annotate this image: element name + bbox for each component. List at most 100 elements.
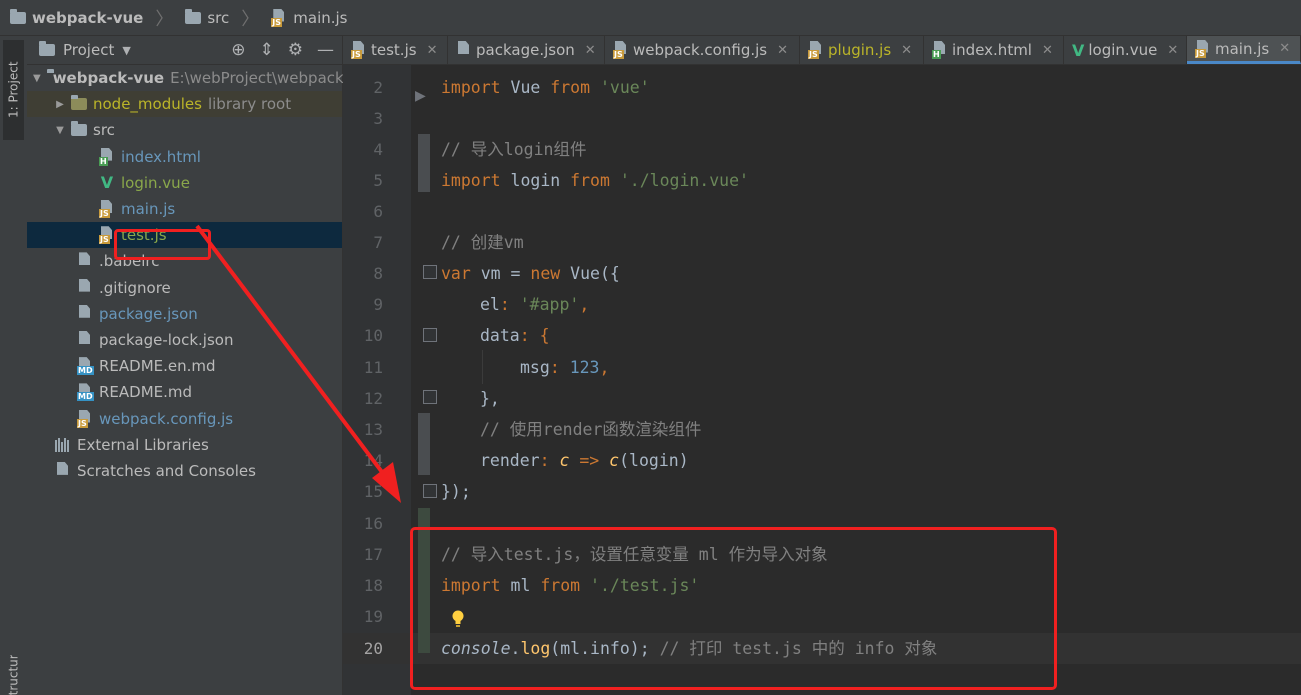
root-label: webpack-vue [52, 69, 165, 88]
fold-marker-icon[interactable] [423, 390, 437, 404]
webpack-config-label: webpack.config.js [99, 409, 234, 428]
collapse-all-icon[interactable]: ⇕ [260, 40, 274, 60]
close-icon[interactable]: ✕ [1279, 41, 1290, 56]
breadcrumb-project[interactable]: webpack-vue [32, 9, 143, 27]
tree-item-gitignore[interactable]: .gitignore [27, 275, 342, 301]
punctuation: : [539, 451, 560, 470]
project-tool-tab[interactable]: 1: Project [3, 40, 24, 140]
locate-icon[interactable]: ⊕ [231, 40, 245, 60]
js-file-icon: JS [1195, 39, 1211, 58]
html-file-icon: H [99, 147, 115, 166]
code-line: data: { [480, 320, 550, 351]
folder-icon [185, 8, 202, 24]
structure-tool-tab[interactable]: Structure [3, 655, 24, 695]
tab-test-js[interactable]: JS test.js ✕ [343, 36, 448, 64]
number: 123 [569, 358, 600, 377]
vue-file-icon: V [100, 173, 114, 193]
external-libraries-label: External Libraries [77, 435, 209, 454]
arguments: (login) [619, 451, 689, 470]
tree-item-node-modules[interactable]: ▶ node_modules library root [27, 91, 342, 118]
close-icon[interactable]: ✕ [1167, 43, 1178, 58]
tab-main-js[interactable]: JS main.js ✕ [1187, 36, 1301, 64]
js-file-icon: JS [99, 226, 115, 245]
tree-item-src[interactable]: ▼ src [27, 117, 342, 143]
tab-index-html[interactable]: H index.html ✕ [924, 36, 1064, 64]
line-number: 15 [363, 482, 383, 501]
tab-label: package.json [476, 41, 575, 59]
breadcrumb-separator: 〉 [241, 8, 260, 30]
tree-item-package-json[interactable]: package.json [27, 301, 342, 327]
code-line: }); [441, 482, 471, 501]
tree-item-package-lock-json[interactable]: package-lock.json [27, 327, 342, 353]
property: el [480, 295, 500, 314]
tab-package-json[interactable]: package.json ✕ [448, 36, 605, 64]
close-icon[interactable]: ✕ [585, 43, 596, 58]
js-file-icon: JS [808, 41, 824, 59]
gitignore-label: .gitignore [99, 278, 171, 297]
line-number: 14 [363, 451, 383, 470]
tab-label: login.vue [1088, 41, 1158, 59]
line-number: 13 [363, 420, 383, 439]
tab-webpack-config[interactable]: JS webpack.config.js ✕ [605, 36, 800, 64]
property: msg [520, 358, 550, 377]
close-icon[interactable]: ✕ [1042, 43, 1053, 58]
fold-marker-icon[interactable] [423, 484, 437, 498]
punctuation: , [579, 295, 590, 314]
json-file-icon [77, 304, 93, 323]
keyword: var [441, 264, 471, 283]
tree-item-readme[interactable]: MD README.md [27, 379, 342, 405]
project-panel: Project ▼ ⊕ ⇕ ⚙ — ▼ webpack-vue E:\webPr… [27, 36, 376, 695]
keyword: from [550, 78, 591, 97]
code-line: msg: 123, [520, 352, 609, 383]
chevron-right-icon[interactable]: ▶ [55, 99, 65, 110]
gear-icon[interactable]: ⚙ [288, 40, 303, 60]
line-number: 10 [363, 326, 383, 345]
chevron-down-icon[interactable]: ▼ [55, 125, 65, 136]
keyword: import [441, 78, 501, 97]
vue-file-icon: V [1072, 40, 1085, 60]
close-icon[interactable]: ✕ [777, 43, 788, 58]
tree-item-external-libraries[interactable]: External Libraries [27, 432, 342, 458]
code-line: }, [480, 389, 500, 408]
tree-item-readme-en[interactable]: MD README.en.md [27, 353, 342, 379]
play-icon[interactable]: ▶ [415, 88, 426, 104]
html-file-icon: H [932, 41, 948, 59]
fold-marker-icon[interactable] [423, 328, 437, 342]
line-number: 4 [373, 140, 383, 159]
punctuation: : { [519, 326, 550, 345]
tab-label: test.js [371, 41, 417, 59]
js-file-icon: JS [99, 200, 115, 219]
keyword: new [530, 264, 561, 283]
text-file-icon [77, 278, 93, 297]
tab-login-vue[interactable]: V login.vue ✕ [1064, 36, 1187, 64]
scratches-label: Scratches and Consoles [77, 461, 256, 480]
tree-root[interactable]: ▼ webpack-vue E:\webProject\webpack-vue [27, 65, 376, 91]
line-number: 8 [373, 264, 383, 283]
js-file-icon: JS [77, 409, 93, 428]
tree-item-webpack-config[interactable]: JS webpack.config.js [27, 405, 342, 431]
indent-guide [482, 350, 483, 384]
breadcrumb-folder[interactable]: src [207, 9, 229, 27]
breadcrumb-file[interactable]: main.js [293, 9, 347, 27]
tab-plugin-js[interactable]: JS plugin.js ✕ [800, 36, 924, 64]
folder-icon [10, 8, 26, 24]
close-icon[interactable]: ✕ [901, 43, 912, 58]
project-panel-header: Project ▼ ⊕ ⇕ ⚙ — [27, 36, 342, 65]
line-number: 9 [373, 295, 383, 314]
identifier: Vue({ [560, 264, 620, 283]
tree-item-index-html[interactable]: H index.html [27, 144, 342, 170]
chevron-down-icon[interactable]: ▼ [33, 73, 41, 84]
fold-marker-icon[interactable] [423, 265, 437, 279]
js-file-icon: JS [271, 8, 287, 27]
chevron-down-icon[interactable]: ▼ [122, 44, 130, 57]
project-tree: ▼ webpack-vue E:\webProject\webpack-vue … [27, 65, 376, 484]
hide-icon[interactable]: — [317, 40, 334, 60]
login-vue-label: login.vue [121, 173, 190, 192]
close-icon[interactable]: ✕ [427, 43, 438, 58]
js-file-icon: JS [613, 41, 629, 59]
tree-item-main-js[interactable]: JS main.js [27, 196, 342, 222]
tree-item-login-vue[interactable]: V login.vue [27, 170, 342, 196]
left-tool-strip: 1: Project Structure [0, 36, 28, 695]
project-view-selector[interactable]: Project [63, 41, 114, 59]
tree-item-scratches[interactable]: Scratches and Consoles [27, 458, 342, 484]
